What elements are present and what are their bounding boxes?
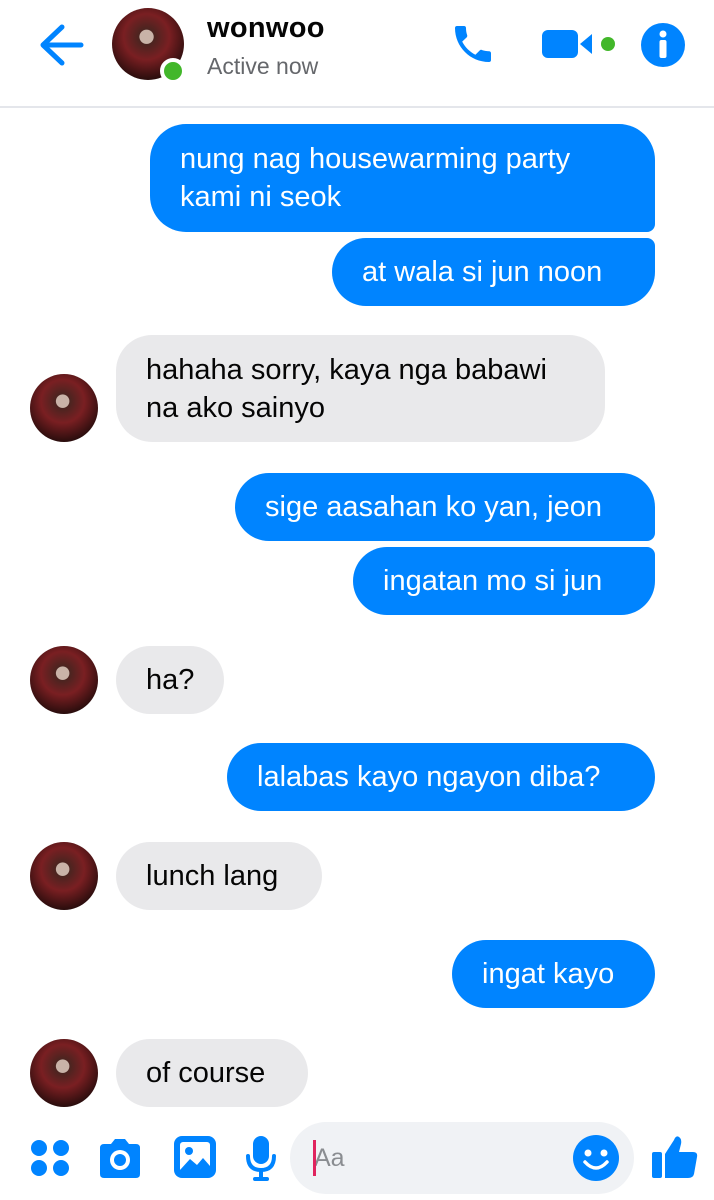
microphone-icon[interactable] bbox=[244, 1134, 278, 1182]
message-text: hahaha sorry, kaya nga babawi bbox=[146, 353, 547, 386]
message-text: lalabas kayo ngayon diba? bbox=[257, 761, 601, 793]
incoming-message[interactable]: hahaha sorry, kaya nga babawi na ako sai… bbox=[116, 335, 605, 442]
message-text: of course bbox=[146, 1057, 266, 1089]
chat-header: wonwoo Active now bbox=[0, 0, 714, 108]
avatar[interactable] bbox=[30, 842, 98, 910]
avatar[interactable] bbox=[30, 374, 98, 442]
incoming-message[interactable]: ha? bbox=[116, 646, 224, 714]
info-icon[interactable] bbox=[640, 22, 686, 68]
message-text: ingatan mo si jun bbox=[383, 565, 603, 597]
camera-icon[interactable] bbox=[96, 1136, 144, 1180]
avatar[interactable] bbox=[30, 646, 98, 714]
outgoing-message[interactable]: nung nag housewarming party kami ni seok bbox=[150, 124, 655, 232]
text-cursor bbox=[313, 1140, 316, 1176]
message-text: sige aasahan ko yan, jeon bbox=[265, 491, 602, 523]
message-text: nung nag housewarming party bbox=[180, 143, 571, 175]
image-icon[interactable] bbox=[172, 1134, 218, 1180]
message-text: at wala si jun noon bbox=[362, 256, 603, 288]
message-text: ingat kayo bbox=[482, 958, 615, 990]
outgoing-message[interactable]: sige aasahan ko yan, jeon bbox=[235, 473, 655, 541]
outgoing-message[interactable]: at wala si jun noon bbox=[332, 238, 655, 306]
online-indicator bbox=[160, 58, 186, 84]
incoming-message[interactable]: lunch lang bbox=[116, 842, 322, 910]
message-text: lunch lang bbox=[146, 860, 279, 892]
phone-icon[interactable] bbox=[448, 20, 498, 68]
contact-name[interactable]: wonwoo bbox=[207, 12, 325, 45]
outgoing-message[interactable]: lalabas kayo ngayon diba? bbox=[227, 743, 655, 811]
video-camera-icon[interactable] bbox=[540, 26, 620, 62]
avatar[interactable] bbox=[30, 1039, 98, 1107]
message-input[interactable] bbox=[314, 1136, 564, 1180]
message-text: na ako sainyo bbox=[146, 391, 325, 424]
active-status: Active now bbox=[207, 53, 319, 79]
message-text: ha? bbox=[146, 664, 195, 696]
emoji-icon[interactable] bbox=[572, 1134, 620, 1182]
incoming-message[interactable]: of course bbox=[116, 1039, 308, 1107]
back-arrow-icon[interactable] bbox=[36, 22, 86, 68]
message-text: kami ni seok bbox=[180, 181, 342, 213]
outgoing-message[interactable]: ingat kayo bbox=[452, 940, 655, 1008]
outgoing-message[interactable]: ingatan mo si jun bbox=[353, 547, 655, 615]
thumbs-up-icon[interactable] bbox=[650, 1132, 700, 1182]
apps-grid-icon[interactable] bbox=[28, 1138, 72, 1178]
contact-avatar[interactable] bbox=[112, 8, 186, 84]
